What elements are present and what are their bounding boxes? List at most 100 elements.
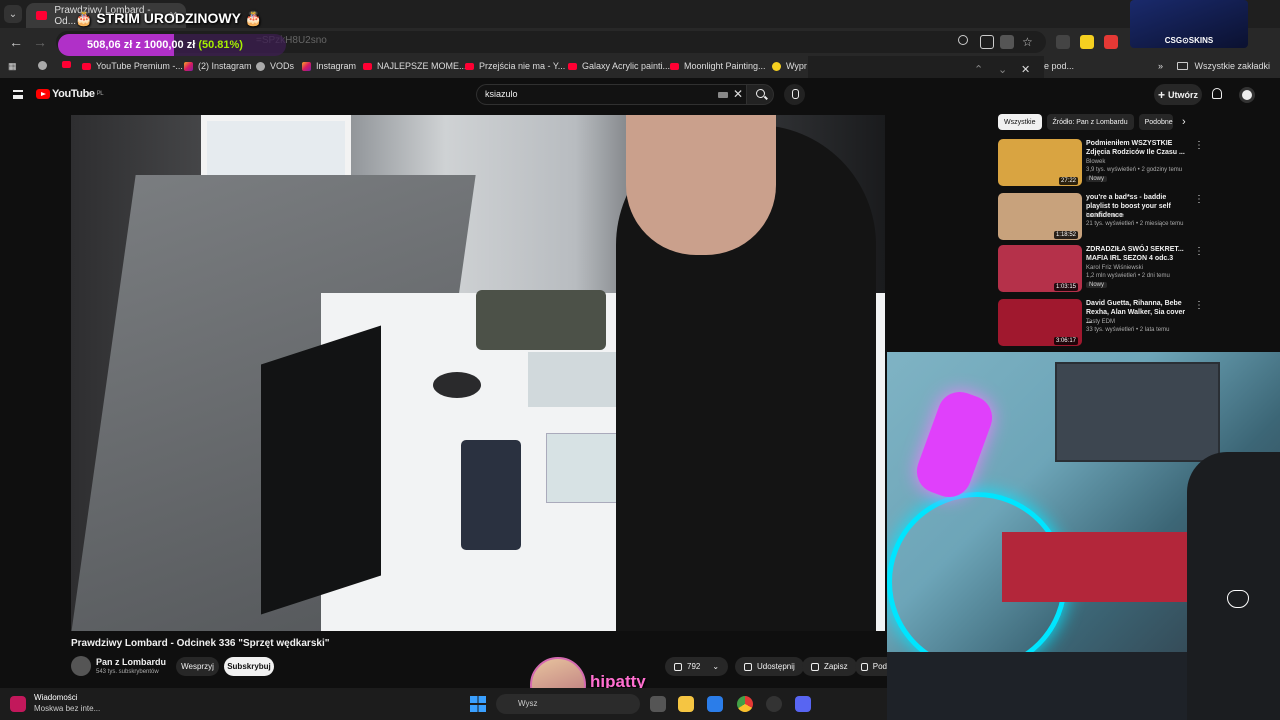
rec-title[interactable]: Podmieniłem WSZYSTKIE Zdjęcia Rodziców I…: [1086, 139, 1190, 157]
rec-meta: 3,9 tys. wyświetleń • 2 godziny temu: [1086, 167, 1183, 173]
bookmark-icon[interactable]: [38, 61, 52, 70]
channel-name[interactable]: Pan z Lombardu: [96, 657, 166, 667]
save-icon: [811, 662, 819, 671]
more-actions-button[interactable]: Pod: [855, 657, 887, 676]
like-button[interactable]: 792 ⌄: [665, 657, 729, 676]
find-prev-icon[interactable]: ⌃: [974, 63, 983, 76]
extension-icon[interactable]: [1080, 35, 1094, 49]
goal-percent: (50.81%): [198, 39, 243, 51]
more-options-icon[interactable]: ⋮: [1194, 140, 1204, 151]
youtube-header: YouTube PL ksiazulo ✕ + Utwórz: [0, 78, 1280, 112]
share-button[interactable]: Udostępnij: [735, 657, 804, 676]
support-button[interactable]: Wesprzyj: [176, 657, 219, 676]
search-button[interactable]: [746, 84, 774, 105]
store-icon[interactable]: [707, 696, 723, 712]
bookmark-item[interactable]: Wypr: [772, 61, 807, 71]
share-icon: [744, 662, 752, 671]
search-input[interactable]: ksiazulo ✕: [476, 84, 746, 105]
video-scene-case: [476, 290, 606, 350]
bookmark-item[interactable]: Moonlight Painting...: [670, 61, 766, 71]
chrome-icon[interactable]: [737, 696, 753, 712]
bookmark-label: e pod...: [1044, 61, 1075, 71]
folder-icon: [1177, 62, 1189, 70]
chip-similar[interactable]: Podobne: [1138, 114, 1173, 130]
thumbs-down-icon[interactable]: ⌄: [712, 662, 719, 671]
install-app-icon[interactable]: [1000, 35, 1014, 49]
youtube-icon: [82, 62, 91, 70]
file-explorer-icon[interactable]: [678, 696, 694, 712]
forward-icon[interactable]: →: [32, 34, 48, 50]
more-options-icon[interactable]: ⋮: [1194, 300, 1204, 311]
bookmark-item[interactable]: e pod...: [1044, 61, 1074, 71]
zoom-icon[interactable]: [958, 35, 968, 45]
task-view-icon[interactable]: [650, 696, 666, 712]
bookmark-item[interactable]: (2) Instagram: [184, 61, 252, 71]
taskbar-search[interactable]: Wysz: [496, 694, 640, 714]
avatar[interactable]: [1239, 87, 1255, 103]
bookmark-item[interactable]: Galaxy Acrylic painti...: [568, 61, 670, 71]
notifications-bell-icon[interactable]: [1212, 88, 1222, 99]
find-close-icon[interactable]: ✕: [1021, 63, 1030, 76]
video-player[interactable]: [71, 115, 885, 631]
keyboard-icon[interactable]: [718, 92, 728, 98]
youtube-icon: [670, 62, 679, 70]
save-button[interactable]: Zapisz: [802, 657, 857, 676]
rec-channel[interactable]: Tasty EDM: [1086, 319, 1115, 325]
bookmark-star-icon[interactable]: ☆: [1022, 35, 1036, 49]
rec-title[interactable]: ZDRADZIŁA SWÓJ SEKRET... MAFIA IRL SEZON…: [1086, 245, 1190, 263]
discord-icon[interactable]: [795, 696, 811, 712]
bookmark-label: Galaxy Acrylic painti...: [582, 61, 671, 71]
bookmark-item[interactable]: Instagram: [302, 61, 356, 71]
more-bookmarks-icon[interactable]: »: [1158, 61, 1163, 71]
chip-all[interactable]: Wszystkie: [998, 114, 1042, 130]
news-widget[interactable]: Wiadomości Moskwa bez inte...: [10, 693, 100, 713]
back-icon[interactable]: ←: [8, 34, 24, 50]
create-button[interactable]: + Utwórz: [1154, 84, 1202, 105]
find-next-icon[interactable]: ⌄: [998, 63, 1007, 76]
chip-source[interactable]: Źródło: Pan z Lombardu: [1046, 114, 1134, 130]
extension-icon[interactable]: [1104, 35, 1118, 49]
more-label: Pod: [872, 662, 887, 671]
bookmark-label: VODs: [270, 61, 295, 71]
channel-avatar[interactable]: [71, 656, 91, 676]
extension-icon[interactable]: [1056, 35, 1070, 49]
voice-search-button[interactable]: [784, 84, 805, 105]
list-item[interactable]: 1:18:52 you're a bad*ss - baddie playlis…: [998, 193, 1204, 243]
goal-text: 508,06 zł z 1000,00 zł (50.81%): [87, 39, 243, 51]
apps-grid-icon[interactable]: ▦: [8, 61, 17, 72]
search-query: ksiazulo: [485, 89, 518, 99]
list-item[interactable]: 3:06:17 David Guetta, Rihanna, Bebe Rexh…: [998, 299, 1204, 349]
chevron-right-icon[interactable]: ›: [1182, 116, 1186, 128]
more-options-icon[interactable]: ⋮: [1194, 194, 1204, 205]
more-options-icon[interactable]: ⋮: [1194, 246, 1204, 257]
bookmark-item[interactable]: YouTube Premium -...: [82, 61, 183, 71]
bookmark-youtube[interactable]: [62, 61, 76, 68]
list-item[interactable]: 27:22 Podmieniłem WSZYSTKIE Zdjęcia Rodz…: [998, 139, 1204, 189]
bookmark-label: YouTube Premium -...: [96, 61, 183, 71]
clear-search-icon[interactable]: ✕: [733, 87, 743, 101]
bookmark-label: Przejścia nie ma - Y...: [479, 61, 566, 71]
bookmark-item[interactable]: VODs: [256, 61, 294, 71]
rec-meta: 33 tys. wyświetleń • 2 lata temu: [1086, 327, 1170, 333]
rec-meta: 1,2 mln wyświetleń • 2 dni temu: [1086, 273, 1170, 279]
list-item[interactable]: 1:03:15 ZDRADZIŁA SWÓJ SEKRET... MAFIA I…: [998, 245, 1204, 295]
webcam-sofa: [1002, 532, 1202, 602]
rec-channel[interactable]: Blowek: [1086, 159, 1105, 165]
bookmark-item[interactable]: Przejścia nie ma - Y...: [465, 61, 565, 71]
windows-start-icon[interactable]: [470, 696, 486, 712]
webcam-overlay: [887, 352, 1280, 720]
youtube-icon: [363, 62, 372, 70]
all-bookmarks-button[interactable]: Wszystkie zakładki: [1177, 61, 1270, 71]
app-icon[interactable]: [766, 696, 782, 712]
cast-icon[interactable]: [980, 35, 994, 49]
rec-channel[interactable]: baddie femme: [1086, 213, 1124, 219]
stream-title-overlay: 🎂 STRIM URODZINOWY 🎂: [75, 10, 263, 26]
tab-search-icon[interactable]: ⌄: [4, 5, 22, 23]
menu-icon[interactable]: [13, 90, 23, 99]
cat-logo-icon: [1227, 590, 1249, 608]
youtube-logo[interactable]: YouTube PL: [36, 88, 104, 100]
bookmark-item[interactable]: NAJLEPSZE MOME...: [363, 61, 467, 71]
rec-channel[interactable]: Karol Friz Wiśniewski: [1086, 265, 1143, 271]
subscribe-button[interactable]: Subskrybuj: [224, 657, 274, 676]
new-badge: Nowy: [1086, 176, 1108, 182]
